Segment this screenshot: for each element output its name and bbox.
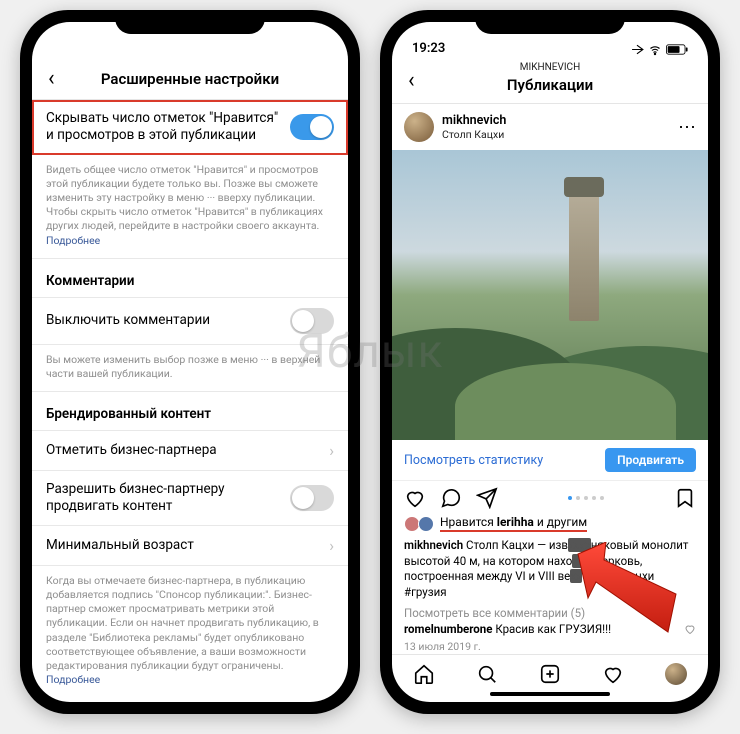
liked-by-text: Нравится lerihha и другим	[440, 515, 587, 532]
tag-partner-row[interactable]: Отметить бизнес-партнера ›	[32, 431, 348, 471]
activity-tab-icon[interactable]	[602, 663, 624, 685]
bookmark-icon[interactable]	[674, 487, 696, 509]
caption-user[interactable]: mikhnevich	[404, 538, 463, 552]
like-comment-icon[interactable]	[684, 623, 696, 635]
min-age-label: Минимальный возраст	[46, 537, 194, 554]
likes-row[interactable]: Нравится lerihha и другим	[392, 511, 708, 536]
status-icons	[631, 43, 688, 56]
comment-icon[interactable]	[440, 487, 462, 509]
comment-user[interactable]: romelnumberone	[404, 622, 492, 636]
screen-right: 19:23 ‹ MIKHNEVICH Публикации mikhnevich	[392, 22, 708, 702]
promote-button[interactable]: Продвигать	[605, 448, 696, 472]
home-indicator	[490, 692, 610, 696]
battery-icon	[666, 44, 688, 55]
status-time: 19:23	[412, 41, 445, 56]
share-icon[interactable]	[476, 487, 498, 509]
back-button[interactable]: ‹	[402, 66, 421, 95]
avatar[interactable]	[404, 112, 434, 142]
home-tab-icon[interactable]	[413, 663, 435, 685]
redact-icon: xxxx	[572, 554, 595, 568]
chevron-right-icon: ›	[329, 536, 334, 555]
comment-text: Красив как ГРУЗИЯ!!!	[492, 622, 611, 636]
insights-row: Посмотреть статистику Продвигать	[392, 440, 708, 481]
disable-comments-toggle[interactable]	[290, 308, 334, 334]
more-options-button[interactable]: ⋯	[678, 117, 696, 138]
feed-content[interactable]: mikhnevich Столп Кацхи ⋯ Посмотреть стат…	[392, 104, 708, 654]
nav-header: ‹ MIKHNEVICH Публикации	[392, 58, 708, 104]
action-row	[392, 481, 708, 511]
disable-comments-row[interactable]: Выключить комментарии	[32, 298, 348, 345]
branded-section-header: Брендированный контент	[32, 392, 348, 431]
settings-content: Скрывать число отметок "Нравится" и прос…	[32, 100, 348, 702]
airplane-icon	[631, 43, 644, 56]
comments-section-header: Комментарии	[32, 259, 348, 298]
post-header: mikhnevich Столп Кацхи ⋯	[392, 104, 708, 150]
hide-likes-help: Видеть общее число отметок "Нравится" и …	[32, 155, 348, 259]
learn-more-link[interactable]: Подробнее	[46, 234, 100, 247]
redact-icon: xx	[570, 569, 581, 583]
notch	[115, 10, 265, 34]
liker-avatar	[418, 516, 434, 532]
hide-likes-label: Скрывать число отметок "Нравится" и прос…	[46, 110, 280, 144]
branded-help: Когда вы отмечаете бизнес-партнера, в пу…	[32, 566, 348, 702]
disable-comments-label: Выключить комментарии	[46, 312, 210, 329]
help-text: Когда вы отмечаете бизнес-партнера, в пу…	[46, 574, 319, 672]
learn-more-link[interactable]: Подробнее	[46, 673, 100, 686]
new-post-tab-icon[interactable]	[539, 663, 561, 685]
post-date: 13 июля 2019 г.	[392, 638, 708, 654]
view-insights-link[interactable]: Посмотреть статистику	[404, 453, 543, 468]
screen-left: ‹ Расширенные настройки Скрывать число о…	[32, 22, 348, 702]
search-tab-icon[interactable]	[476, 663, 498, 685]
hide-likes-toggle[interactable]	[290, 114, 334, 140]
tag-partner-label: Отметить бизнес-партнера	[46, 442, 217, 459]
nav-header: ‹ Расширенные настройки	[32, 58, 348, 100]
post-location: Столп Кацхи	[442, 128, 506, 141]
view-comments-link[interactable]: Посмотреть все комментарии (5)	[392, 602, 708, 620]
tab-bar	[392, 654, 708, 689]
chevron-right-icon: ›	[329, 441, 334, 460]
help-text: Видеть общее число отметок "Нравится" и …	[46, 163, 323, 233]
back-button[interactable]: ‹	[42, 64, 61, 93]
wifi-icon	[648, 44, 662, 56]
disable-comments-help: Вы можете изменить выбор позже в меню ··…	[32, 345, 348, 392]
notch	[475, 10, 625, 34]
help-text-2: ★ Мы тестируем изменение, которое позвол…	[46, 701, 333, 702]
header-subtitle: MIKHNEVICH	[392, 62, 708, 73]
post-user-block[interactable]: mikhnevich Столп Кацхи	[442, 113, 506, 141]
header-title: Расширенные настройки	[32, 70, 348, 88]
allow-partner-row[interactable]: Разрешить бизнес-партнеру продвигать кон…	[32, 471, 348, 526]
post-image[interactable]	[392, 150, 708, 440]
header-title: Публикации	[392, 76, 708, 94]
phone-left: ‹ Расширенные настройки Скрывать число о…	[20, 10, 360, 714]
carousel-pager	[568, 496, 604, 500]
allow-partner-toggle[interactable]	[290, 485, 334, 511]
post-username: mikhnevich	[442, 113, 506, 128]
phone-right: 19:23 ‹ MIKHNEVICH Публикации mikhnevich	[380, 10, 720, 714]
min-age-row[interactable]: Минимальный возраст ›	[32, 526, 348, 566]
profile-tab-icon[interactable]	[665, 663, 687, 685]
post-caption: mikhnevich Столп Кацхи — извxxxxняковый …	[392, 536, 708, 602]
allow-partner-label: Разрешить бизнес-партнеру продвигать кон…	[46, 481, 280, 515]
redact-icon: xxxx	[568, 538, 591, 552]
like-icon[interactable]	[404, 487, 426, 509]
hide-likes-row[interactable]: Скрывать число отметок "Нравится" и прос…	[32, 100, 348, 155]
comment-row: romelnumberone Красив как ГРУЗИЯ!!!	[392, 620, 708, 638]
